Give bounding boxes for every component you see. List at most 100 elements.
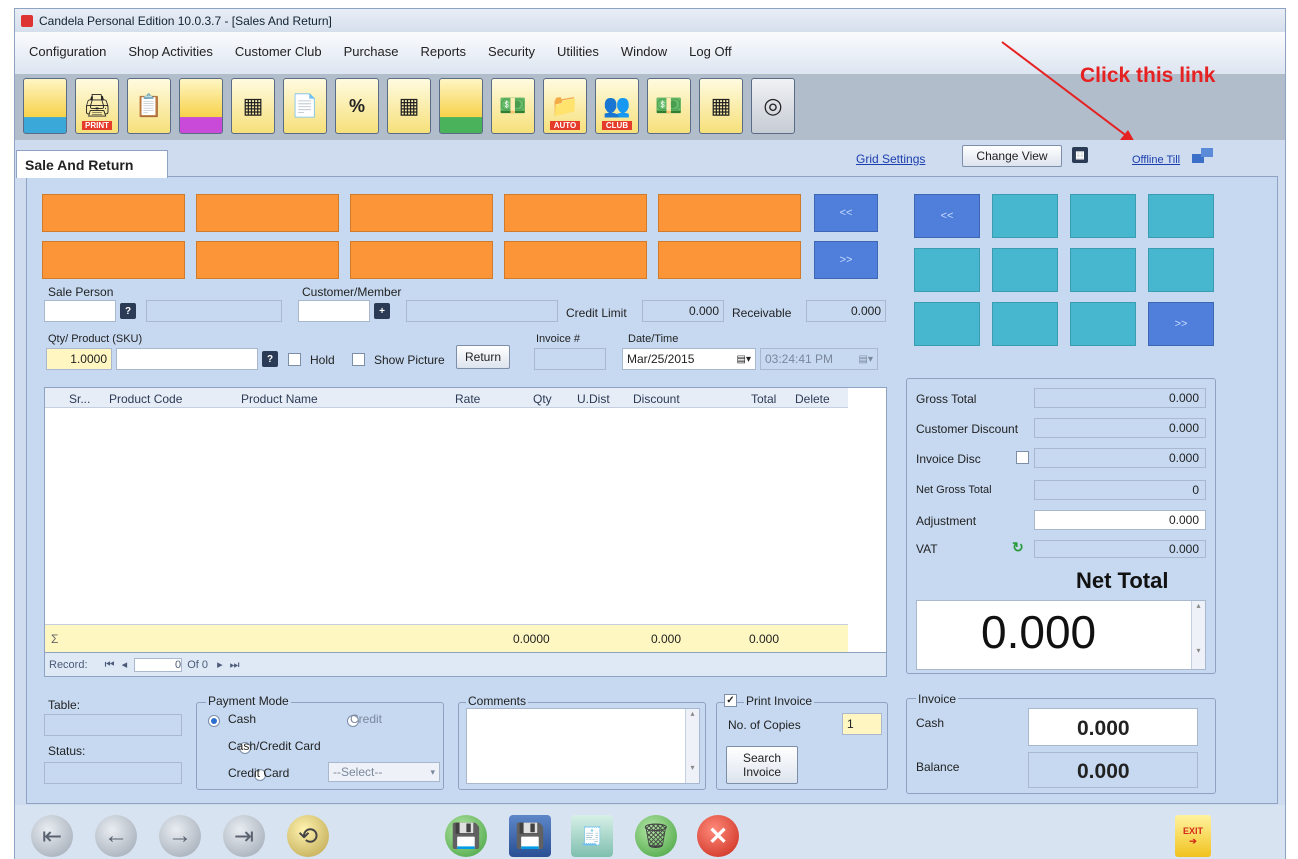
grid-icon[interactable]: ▦ — [387, 78, 431, 134]
product-lookup-icon[interactable]: ? — [262, 351, 278, 367]
menu-customer-club[interactable]: Customer Club — [235, 44, 322, 59]
last-record-icon[interactable]: ⏭ — [230, 659, 240, 671]
product-button-5[interactable] — [658, 194, 801, 232]
purchase-icon[interactable] — [179, 78, 223, 134]
prev-record-icon[interactable]: ◂ — [122, 659, 128, 671]
document-icon[interactable]: 📄 — [283, 78, 327, 134]
net-total-scrollbar[interactable]: ▴ ▾ — [1191, 601, 1205, 669]
category-prev-button[interactable]: << — [914, 194, 980, 238]
last-icon[interactable]: ⇥ — [223, 815, 265, 857]
database-icon[interactable]: ◎ — [751, 78, 795, 134]
print-invoice-checkbox[interactable]: ✓ — [724, 694, 737, 707]
search-invoice-button[interactable]: Search Invoice — [726, 746, 798, 784]
category-button-3[interactable] — [1148, 194, 1214, 238]
customer-add-icon[interactable]: + — [374, 303, 390, 319]
col-discount[interactable]: Discount — [633, 392, 680, 406]
comments-textarea[interactable]: ▴ ▾ — [466, 708, 700, 784]
offline-till-link[interactable]: Offline Till — [1132, 154, 1180, 166]
cash-drawer-icon[interactable]: 🧾 — [571, 815, 613, 857]
product-next-button[interactable]: >> — [814, 241, 878, 279]
sales-grid[interactable]: Sr... Product Code Product Name Rate Qty… — [44, 387, 887, 677]
show-picture-checkbox[interactable] — [352, 353, 365, 366]
category-button-2[interactable] — [1070, 194, 1136, 238]
money-icon[interactable]: 💵 — [491, 78, 535, 134]
clipboard-icon[interactable]: 📋 — [127, 78, 171, 134]
tab-sale-and-return[interactable]: Sale And Return — [16, 150, 168, 178]
category-button-7[interactable] — [1148, 248, 1214, 292]
product-prev-button[interactable]: << — [814, 194, 878, 232]
next-record-icon[interactable]: ▸ — [217, 659, 223, 671]
product-button-4[interactable] — [504, 194, 647, 232]
sales-icon[interactable] — [23, 78, 67, 134]
col-udist[interactable]: U.Dist — [577, 392, 610, 406]
product-button-6[interactable] — [42, 241, 185, 279]
product-button-3[interactable] — [350, 194, 493, 232]
col-delete[interactable]: Delete — [795, 392, 830, 406]
time-picker[interactable]: 03:24:41 PM ▤▾ — [760, 348, 878, 370]
calendar-dropdown-icon[interactable]: ▤▾ — [737, 354, 751, 365]
col-sr[interactable]: Sr... — [69, 392, 90, 406]
change-view-button[interactable]: Change View — [962, 145, 1062, 167]
col-qty[interactable]: Qty — [533, 392, 552, 406]
date-picker[interactable]: Mar/25/2015 ▤▾ — [622, 348, 756, 370]
category-next-button[interactable]: >> — [1148, 302, 1214, 346]
hold-checkbox[interactable] — [288, 353, 301, 366]
cash-icon[interactable]: 💵 — [647, 78, 691, 134]
qty-input[interactable]: 1.0000 — [46, 348, 112, 370]
category-button-4[interactable] — [914, 248, 980, 292]
menu-log-off[interactable]: Log Off — [689, 44, 731, 59]
inventory-icon[interactable] — [439, 78, 483, 134]
menu-reports[interactable]: Reports — [421, 44, 467, 59]
menu-utilities[interactable]: Utilities — [557, 44, 599, 59]
menu-security[interactable]: Security — [488, 44, 535, 59]
club-icon[interactable]: 👥 CLUB — [595, 78, 639, 134]
product-button-9[interactable] — [504, 241, 647, 279]
adjustment-input[interactable]: 0.000 — [1034, 510, 1206, 530]
cancel-icon[interactable]: ✕ — [697, 815, 739, 857]
col-product-name[interactable]: Product Name — [241, 392, 318, 406]
print-icon[interactable]: 🖨 PRINT — [75, 78, 119, 134]
record-position-input[interactable]: 0 — [134, 658, 183, 672]
first-icon[interactable]: ⇤ — [31, 815, 73, 857]
category-button-5[interactable] — [992, 248, 1058, 292]
first-record-icon[interactable]: ⏮ — [105, 659, 115, 671]
calculator-icon[interactable]: ▦ — [231, 78, 275, 134]
cash-radio[interactable] — [208, 714, 220, 727]
col-product-code[interactable]: Product Code — [109, 392, 182, 406]
auto-icon[interactable]: 📁 AUTO — [543, 78, 587, 134]
invoice-cash-input[interactable]: 0.000 — [1028, 708, 1198, 746]
customer-input[interactable] — [298, 300, 370, 322]
category-button-10[interactable] — [1070, 302, 1136, 346]
menu-shop-activities[interactable]: Shop Activities — [128, 44, 213, 59]
forward-icon[interactable]: → — [159, 815, 201, 857]
invoice-disc-checkbox[interactable] — [1016, 451, 1029, 464]
product-button-10[interactable] — [658, 241, 801, 279]
category-button-8[interactable] — [914, 302, 980, 346]
history-icon[interactable]: ⟲ — [287, 815, 329, 857]
menu-window[interactable]: Window — [621, 44, 667, 59]
col-total[interactable]: Total — [751, 392, 776, 406]
save-as-icon[interactable]: 💾 — [509, 815, 551, 857]
exit-icon[interactable]: EXIT ➔ — [1175, 815, 1211, 857]
card-type-select[interactable]: --Select-- ▾ — [328, 762, 440, 782]
trash-icon[interactable]: 🗑 — [635, 815, 677, 857]
return-button[interactable]: Return — [456, 345, 510, 369]
product-button-2[interactable] — [196, 194, 339, 232]
category-button-6[interactable] — [1070, 248, 1136, 292]
refresh-icon[interactable]: ↻ — [1012, 539, 1024, 556]
category-button-1[interactable] — [992, 194, 1058, 238]
menu-configuration[interactable]: Configuration — [29, 44, 106, 59]
calculator-small-icon[interactable]: ▦ — [1072, 147, 1088, 163]
sale-person-lookup-icon[interactable]: ? — [120, 303, 136, 319]
grid-settings-link[interactable]: Grid Settings — [856, 152, 925, 166]
save-icon[interactable]: 💾 — [445, 815, 487, 857]
comments-scrollbar[interactable]: ▴ ▾ — [685, 709, 699, 783]
menu-purchase[interactable]: Purchase — [344, 44, 399, 59]
product-button-1[interactable] — [42, 194, 185, 232]
copies-input[interactable]: 1 — [842, 713, 882, 735]
sale-person-input[interactable] — [44, 300, 116, 322]
col-rate[interactable]: Rate — [455, 392, 480, 406]
time-dropdown-icon[interactable]: ▤▾ — [859, 354, 873, 365]
back-icon[interactable]: ← — [95, 815, 137, 857]
category-button-9[interactable] — [992, 302, 1058, 346]
